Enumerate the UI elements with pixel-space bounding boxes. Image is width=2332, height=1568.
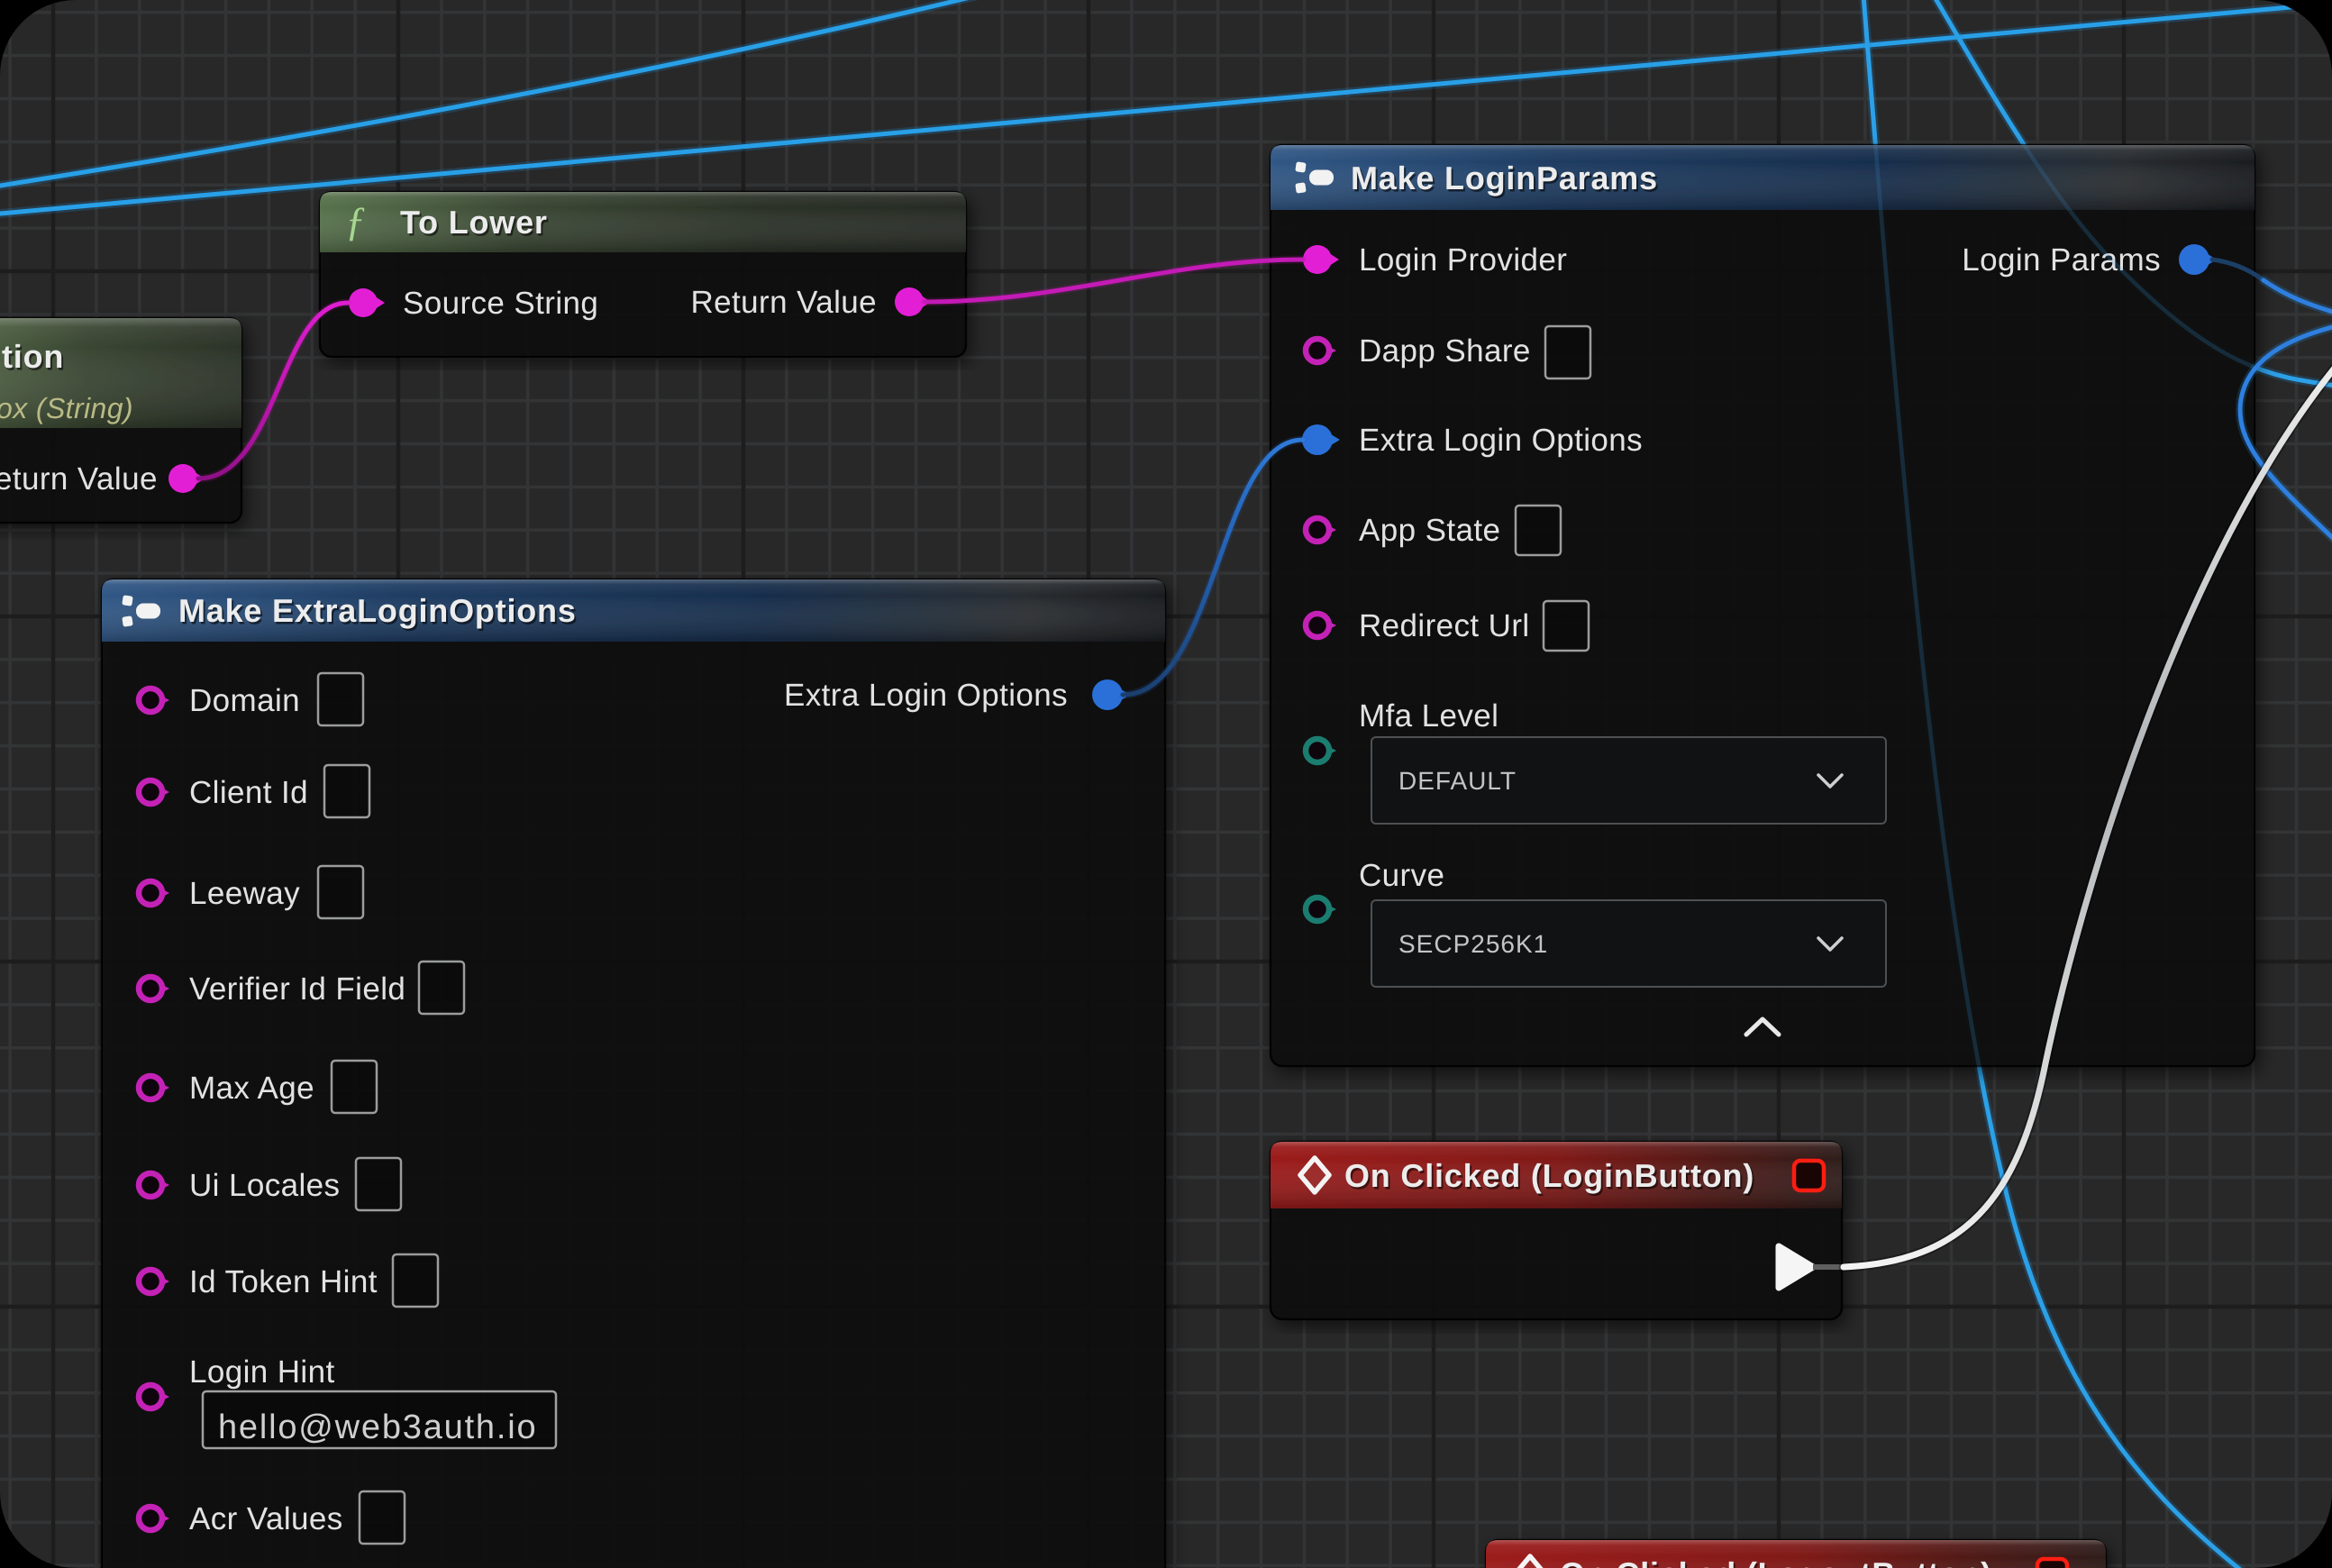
svg-text:ƒ: ƒ: [345, 198, 366, 244]
svg-text:DEFAULT: DEFAULT: [1398, 767, 1517, 795]
svg-text:On Clicked (LoginButton): On Clicked (LoginButton): [1344, 1157, 1754, 1194]
svg-text:Max Age: Max Age: [189, 1071, 314, 1106]
svg-text:Dapp Share: Dapp Share: [1359, 333, 1531, 369]
svg-text:SECP256K1: SECP256K1: [1398, 930, 1548, 958]
svg-text:App State: App State: [1359, 513, 1500, 548]
svg-text:Id Token Hint: Id Token Hint: [189, 1264, 378, 1299]
svg-text:To Lower: To Lower: [400, 204, 548, 241]
svg-text:Leeway: Leeway: [189, 876, 300, 911]
svg-text:On Clicked (LogoutButton): On Clicked (LogoutButton): [1560, 1555, 1992, 1568]
svg-text:Login Hint: Login Hint: [189, 1354, 335, 1390]
svg-text:Login Provider: Login Provider: [1359, 242, 1567, 278]
svg-text:Curve: Curve: [1359, 858, 1444, 893]
svg-text:Return Value: Return Value: [691, 285, 878, 320]
svg-text:Source String: Source String: [403, 286, 598, 321]
svg-text:Mfa Level: Mfa Level: [1359, 698, 1498, 734]
svg-text:Redirect Url: Redirect Url: [1359, 608, 1530, 643]
svg-text:tion: tion: [2, 338, 64, 375]
svg-text:Client Id: Client Id: [189, 775, 308, 810]
svg-text:Login Params: Login Params: [1962, 242, 2161, 278]
svg-text:hello@web3auth.io: hello@web3auth.io: [218, 1408, 537, 1446]
svg-text:Make ExtraLoginOptions: Make ExtraLoginOptions: [178, 592, 577, 629]
svg-text:eturn Value: eturn Value: [0, 461, 158, 497]
svg-text:Acr Values: Acr Values: [189, 1501, 343, 1536]
svg-text:Ui Locales: Ui Locales: [189, 1168, 340, 1203]
svg-text:Domain: Domain: [189, 683, 300, 718]
svg-text:ox (String): ox (String): [0, 392, 133, 424]
svg-text:Verifier Id Field: Verifier Id Field: [189, 971, 405, 1007]
svg-text:Extra Login Options: Extra Login Options: [784, 678, 1068, 713]
svg-text:Make LoginParams: Make LoginParams: [1351, 160, 1658, 196]
svg-text:Extra Login Options: Extra Login Options: [1359, 423, 1643, 458]
